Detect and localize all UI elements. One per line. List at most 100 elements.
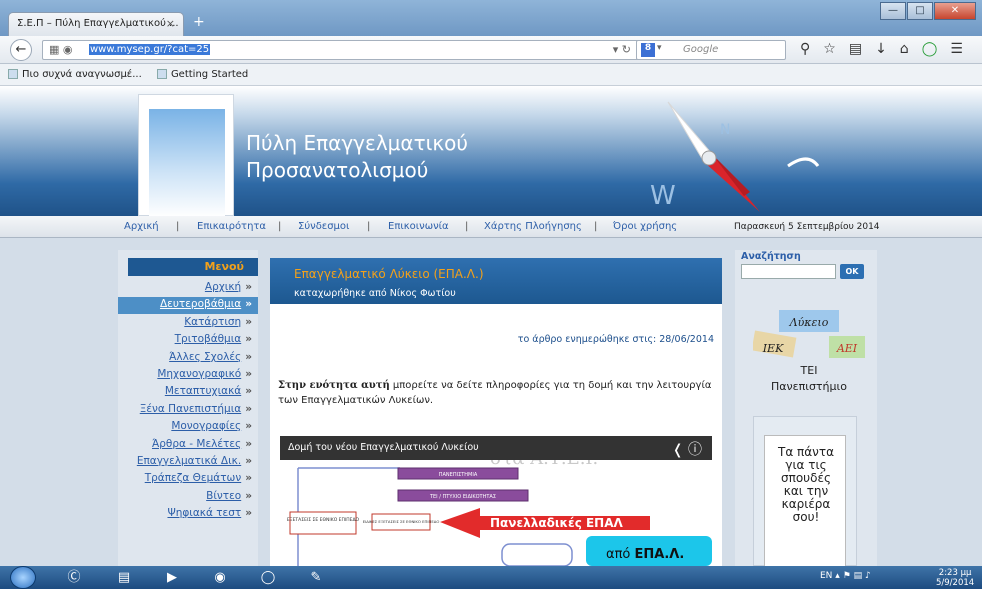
flow-diagram: στα Α.Τ.Ε.Ι. ΠΑΝΕΠΙΣΤΗΜΙΑ ΤΕΙ / ΠΤΥΧΙΟ Ε…: [280, 460, 712, 566]
site-search-label: Αναζήτηση: [741, 251, 801, 262]
internet-explorer-icon[interactable]: Ⓒ: [54, 568, 94, 587]
chevron-right-icon: »: [245, 385, 252, 398]
flow-from-label: από ΕΠΑ.Λ.: [606, 547, 684, 562]
minimize-icon[interactable]: —: [880, 2, 906, 20]
google-logo-icon[interactable]: 8: [641, 43, 655, 57]
file-explorer-icon[interactable]: ▤: [104, 568, 144, 587]
chevron-right-icon: »: [245, 455, 252, 467]
menu-terms[interactable]: Όροι χρήσης: [613, 221, 677, 232]
maximize-icon[interactable]: □: [907, 2, 933, 20]
web-page: Πύλη Επαγγελματικού Προσανατολισμού W N …: [0, 86, 982, 566]
info-icon[interactable]: ⓘ: [688, 442, 702, 458]
tray-expand-icon[interactable]: ▴: [835, 571, 840, 581]
download-icon[interactable]: ↓: [875, 41, 887, 57]
start-button-icon[interactable]: [10, 566, 36, 589]
education-promo-banner[interactable]: Λύκειο ΙΕΚ ΑΕΙ ΤΕΙ Πανεπιστήμιο: [753, 310, 865, 400]
left-menu-item[interactable]: Μονογραφίες»: [118, 419, 258, 436]
search-engine-dropdown-icon[interactable]: ▾: [657, 43, 662, 53]
door-sky-logo: [138, 94, 234, 216]
home-icon[interactable]: ⌂: [900, 41, 909, 57]
network-icon[interactable]: ▤: [854, 571, 863, 581]
flow-box-special-exams: ΕΙΔΙΚΕΣ ΕΞΕΤΑΣΕΙΣ ΣΕ ΕΘΝΙΚΟ ΕΠΙΠΕΔΟ: [363, 519, 440, 524]
bookmark-most-visited[interactable]: Πιο συχνά αναγνωσμέ...: [8, 69, 148, 80]
bookmark-star-icon[interactable]: ☆: [823, 41, 836, 57]
left-menu-item[interactable]: Επαγγελματικά Δικ.»: [118, 454, 258, 471]
search-bar[interactable]: 8 ▾ Google: [636, 40, 786, 60]
firefox-icon[interactable]: ◯: [248, 568, 288, 587]
search-icon[interactable]: ⚲: [800, 41, 810, 57]
new-tab-button[interactable]: +: [193, 14, 205, 30]
compass-icon: W N: [650, 101, 820, 212]
windows-taskbar: Ⓒ ▤ ▶ ◉ ◯ ✎ EN ▴ ⚑ ▤ ♪ 2:23 μμ 5/9/2014: [0, 566, 982, 589]
article-updated: το άρθρο ενημερώθηκε στις: 28/06/2014: [517, 334, 714, 345]
chevron-right-icon: »: [245, 368, 252, 380]
url-text: www.mysep.gr/?cat=25: [89, 44, 211, 55]
site-search-input[interactable]: [741, 264, 836, 279]
media-player-icon[interactable]: ▶: [152, 568, 192, 587]
flow-box-national-exams: ΕΞΕΤΑΣΕΙΣ ΣΕ ΕΘΝΙΚΟ ΕΠΙΠΕΔΟ: [287, 517, 360, 523]
menu-links[interactable]: Σύνδεσμοι: [298, 221, 349, 232]
search-placeholder: Google: [683, 44, 719, 55]
menu-home[interactable]: Αρχική: [124, 221, 159, 232]
chevron-right-icon: »: [245, 281, 252, 293]
tab-title: Σ.Ε.Π – Πύλη Επαγγελματικού ...: [17, 18, 179, 29]
svg-text:ΤΕΙ: ΤΕΙ: [800, 364, 818, 377]
volume-icon[interactable]: ♪: [865, 571, 871, 581]
browser-titlebar: Σ.Ε.Π – Πύλη Επαγγελματικού ... × + — □ …: [0, 0, 982, 36]
bookmark-getting-started[interactable]: Getting Started: [156, 69, 254, 80]
system-clock[interactable]: 2:23 μμ 5/9/2014: [936, 568, 974, 588]
back-arrow-icon[interactable]: ←: [10, 39, 32, 61]
left-menu-item[interactable]: Αρχική»: [118, 280, 258, 297]
tab-close-icon[interactable]: ×: [166, 17, 175, 30]
left-menu-item[interactable]: Τριτοβάθμια»: [118, 332, 258, 349]
site-search-ok-button[interactable]: ΟΚ: [840, 264, 864, 279]
career-promo-banner[interactable]: Τα πάντα για τις σπουδές και την καριέρα…: [753, 416, 857, 566]
video-title-bar: Δομή του νέου Επαγγελματικού Λυκείου ❬ ⓘ: [280, 436, 712, 460]
site-banner: Πύλη Επαγγελματικού Προσανατολισμού W N: [0, 86, 982, 216]
reload-icon[interactable]: ▾ ↻: [613, 43, 631, 56]
flag-icon[interactable]: ⚑: [843, 571, 851, 581]
menu-contact[interactable]: Επικοινωνία: [388, 221, 449, 232]
share-icon[interactable]: ❬: [672, 442, 684, 458]
bookmarks-bar: Πιο συχνά αναγνωσμέ... Getting Started: [0, 64, 982, 86]
left-menu-item[interactable]: Τράπεζα Θεμάτων»: [118, 471, 258, 488]
browser-tab[interactable]: Σ.Ε.Π – Πύλη Επαγγελματικού ... ×: [8, 12, 184, 36]
menu-heading: Μενού: [128, 258, 258, 276]
left-menu-item[interactable]: Ψηφιακά τεστ»: [118, 506, 258, 523]
left-menu-item[interactable]: Δευτεροβάθμια»: [118, 297, 258, 315]
left-menu-item[interactable]: Άλλες Σχολές»: [118, 350, 258, 367]
chevron-right-icon: »: [245, 298, 252, 311]
menu-icon[interactable]: ☰: [950, 41, 963, 57]
chevron-right-icon: »: [245, 402, 252, 415]
left-menu-item[interactable]: Μεταπτυχιακά»: [118, 384, 258, 401]
left-menu-item[interactable]: Μηχανογραφικό»: [118, 367, 258, 384]
left-menu-item[interactable]: Βίντεο»: [118, 489, 258, 506]
svg-text:ΙΕΚ: ΙΕΚ: [762, 342, 784, 355]
left-menu-item[interactable]: Ξένα Πανεπιστήμια»: [118, 402, 258, 419]
folder-icon: [8, 69, 18, 79]
chrome-icon[interactable]: ◉: [200, 568, 240, 587]
page-icon: [156, 69, 167, 79]
close-icon[interactable]: ✕: [934, 2, 976, 20]
site-title[interactable]: Πύλη Επαγγελματικού Προσανατολισμού: [246, 130, 468, 184]
reading-list-icon[interactable]: ▤: [849, 41, 862, 57]
chevron-right-icon: »: [245, 333, 252, 346]
chevron-right-icon: »: [245, 437, 252, 450]
article-author: καταχωρήθηκε από Νίκος Φωτίου: [294, 288, 456, 299]
word-icon[interactable]: ✎: [296, 568, 336, 587]
video-player[interactable]: στα Α.Τ.Ε.Ι. ΠΑΝΕΠΙΣΤΗΜΙΑ ΤΕΙ / ΠΤΥΧΙΟ Ε…: [280, 436, 712, 566]
flow-arrow-label: Πανελλαδικές ΕΠΑΛ: [490, 516, 624, 530]
menu-sitemap[interactable]: Χάρτης Πλοήγησης: [484, 221, 582, 232]
svg-text:Πανεπιστήμιο: Πανεπιστήμιο: [771, 380, 847, 393]
language-indicator[interactable]: EN: [820, 571, 832, 581]
chevron-right-icon: »: [245, 315, 252, 328]
navigation-toolbar: ← ▦ ◉ www.mysep.gr/?cat=25 ▾ ↻ 8 ▾ Googl…: [0, 36, 982, 64]
menu-news[interactable]: Επικαιρότητα: [197, 221, 266, 232]
site-identity-icon[interactable]: ▦ ◉: [49, 43, 73, 56]
left-menu-item[interactable]: Άρθρα - Μελέτες»: [118, 437, 258, 454]
url-bar[interactable]: ▦ ◉ www.mysep.gr/?cat=25 ▾ ↻: [42, 40, 640, 60]
article-paragraph: Στην ενότητα αυτή μπορείτε να δείτε πληρ…: [278, 380, 712, 406]
left-menu-item[interactable]: Κατάρτιση»: [118, 315, 258, 332]
chevron-right-icon: »: [245, 489, 252, 502]
addon-icon[interactable]: ◯: [922, 41, 938, 57]
